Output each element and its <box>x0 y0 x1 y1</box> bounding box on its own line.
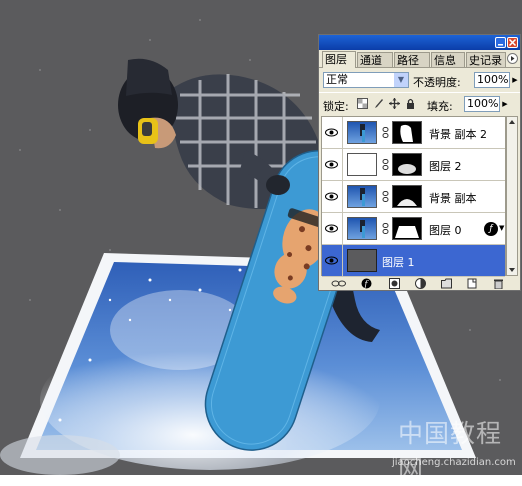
link-chain-icon[interactable] <box>382 191 389 202</box>
layers-list: 背景 副本 2 图层 2 背景 副本 图层 0 ƒ ▼ 图层 1 <box>321 116 506 277</box>
add-mask-icon[interactable] <box>389 278 400 289</box>
layer-name: 背景 副本 <box>429 192 477 205</box>
fill-slider-arrow-icon[interactable]: ▶ <box>501 96 509 112</box>
layers-bottom-bar: f <box>319 278 520 290</box>
palette-titlebar[interactable] <box>319 35 520 50</box>
fill-field[interactable]: 100% <box>464 96 500 112</box>
fill-label: 填充: <box>427 100 453 113</box>
layer-thumbnail[interactable] <box>347 121 377 144</box>
blend-row: 正常 ▼ 不透明度: 100% ▶ <box>319 69 520 91</box>
lock-row: 锁定: 填充: 100% ▶ <box>319 92 520 115</box>
palette-tabs: 图层 通道 路径 信息 史记录 <box>319 50 520 68</box>
divider <box>342 181 343 212</box>
fill-value: 100% <box>467 97 499 110</box>
tab-paths[interactable]: 路径 <box>394 52 430 67</box>
layer-name: 图层 2 <box>429 160 462 173</box>
layer-row[interactable]: 背景 副本 <box>322 181 505 213</box>
layer-row[interactable]: 背景 副本 2 <box>322 117 505 149</box>
chevron-down-icon: ▼ <box>394 73 408 87</box>
skier-thumbnail-icon <box>360 124 365 142</box>
layer-name: 图层 0 <box>429 224 462 237</box>
new-group-icon[interactable] <box>441 278 452 289</box>
layer-name: 背景 副本 2 <box>429 128 487 141</box>
layer-thumbnail[interactable] <box>347 249 377 272</box>
opacity-label: 不透明度: <box>413 76 461 89</box>
palette-menu-button[interactable] <box>507 53 518 64</box>
close-button[interactable] <box>507 37 518 48</box>
scroll-up-arrow-icon[interactable] <box>507 117 517 127</box>
opacity-value: 100% <box>477 73 509 86</box>
eye-visibility-icon[interactable] <box>325 190 338 203</box>
tab-channels[interactable]: 通道 <box>357 52 393 67</box>
opacity-field[interactable]: 100% <box>474 72 510 88</box>
layer-mask-thumbnail[interactable] <box>392 153 422 176</box>
scroll-down-arrow-icon[interactable] <box>507 265 517 275</box>
link-layers-icon[interactable] <box>331 278 347 289</box>
eye-visibility-icon[interactable] <box>325 222 338 235</box>
layer-name: 图层 1 <box>382 256 415 269</box>
minimize-button[interactable] <box>495 37 506 48</box>
tab-history[interactable]: 史记录 <box>466 52 506 67</box>
layer-row[interactable]: 图层 0 ƒ ▼ <box>322 213 505 245</box>
blend-mode-value: 正常 <box>326 73 348 86</box>
watermark-url: jiaocheng.chazidian.com <box>392 457 516 468</box>
mask-shape-icon <box>398 164 416 174</box>
adjustment-layer-icon[interactable] <box>415 278 426 289</box>
new-layer-icon[interactable] <box>467 278 478 289</box>
close-icon <box>508 38 517 47</box>
layer-mask-thumbnail[interactable] <box>392 121 422 144</box>
divider <box>342 117 343 148</box>
eye-visibility-icon[interactable] <box>325 254 338 267</box>
divider <box>342 213 343 244</box>
mask-shape-icon <box>400 124 413 142</box>
expand-effects-chevron-icon[interactable]: ▼ <box>499 224 504 232</box>
layer-row[interactable]: 图层 2 <box>322 149 505 181</box>
mask-shape-icon <box>395 226 419 238</box>
tab-layers[interactable]: 图层 <box>322 51 356 68</box>
watermark-title: 中国教程网 <box>398 419 503 484</box>
skier-thumbnail-icon <box>360 188 365 206</box>
layer-thumbnail[interactable] <box>347 185 377 208</box>
layer-style-icon[interactable]: f <box>361 278 372 289</box>
link-chain-icon[interactable] <box>382 127 389 138</box>
layer-effects-icon[interactable]: ƒ <box>484 222 498 236</box>
link-chain-icon[interactable] <box>382 223 389 234</box>
lock-all-icon[interactable] <box>405 98 416 109</box>
layers-scrollbar[interactable] <box>506 116 518 276</box>
link-chain-icon[interactable] <box>382 159 389 170</box>
mask-shape-icon <box>397 199 417 206</box>
layers-palette: 图层 通道 路径 信息 史记录 正常 ▼ 不透明度: 100% ▶ 锁定: 填充… <box>318 34 521 291</box>
delete-layer-icon[interactable] <box>493 278 504 289</box>
lock-pixels-brush-icon[interactable] <box>373 98 384 109</box>
lock-label: 锁定: <box>323 100 349 113</box>
tab-info[interactable]: 信息 <box>431 52 465 67</box>
minimize-icon <box>498 44 503 46</box>
lock-position-move-icon[interactable] <box>389 98 400 109</box>
divider <box>342 149 343 180</box>
eye-visibility-icon[interactable] <box>325 158 338 171</box>
skier-thumbnail-icon <box>360 220 365 238</box>
layer-mask-thumbnail[interactable] <box>392 185 422 208</box>
layer-thumbnail[interactable] <box>347 153 377 176</box>
opacity-slider-arrow-icon[interactable]: ▶ <box>511 72 519 88</box>
divider <box>342 245 343 276</box>
eye-visibility-icon[interactable] <box>325 126 338 139</box>
blend-mode-select[interactable]: 正常 ▼ <box>323 72 409 88</box>
layer-mask-thumbnail[interactable] <box>392 217 422 240</box>
play-menu-icon <box>511 56 515 61</box>
lock-transparency-icon[interactable] <box>357 98 368 109</box>
layer-row[interactable]: 图层 1 <box>322 245 505 277</box>
layer-thumbnail[interactable] <box>347 217 377 240</box>
